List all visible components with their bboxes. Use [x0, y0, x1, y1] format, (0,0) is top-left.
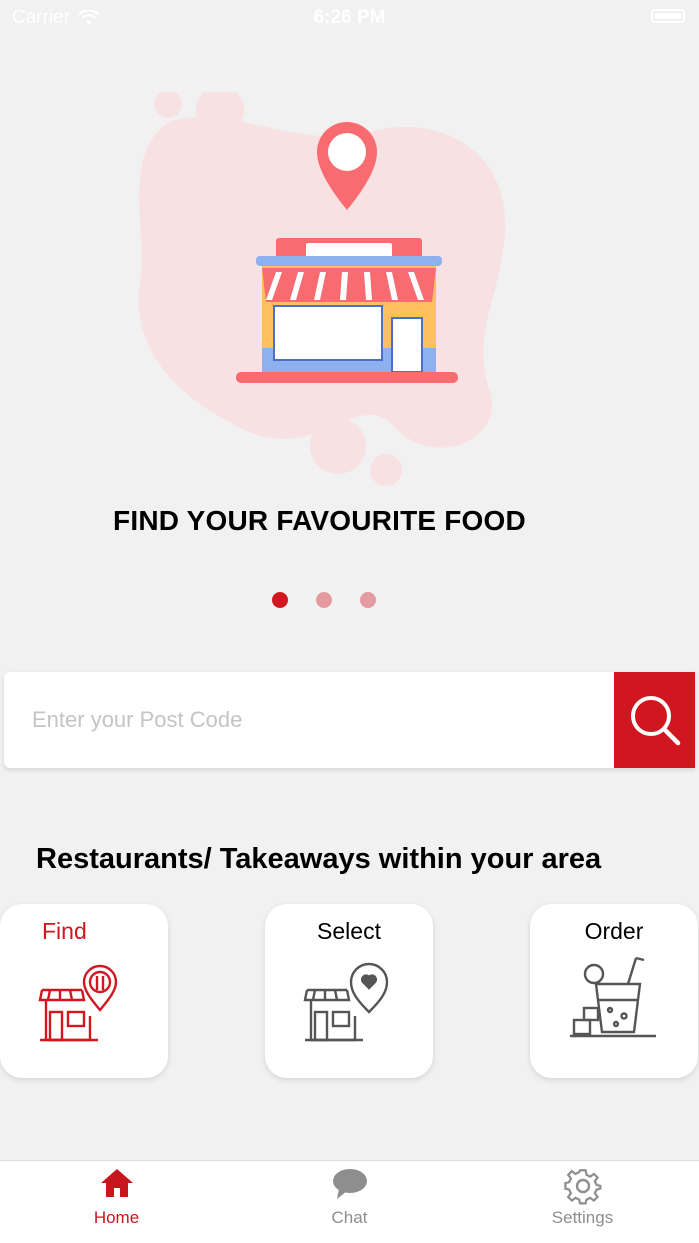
order-card[interactable]: Order — [530, 904, 698, 1078]
home-icon — [100, 1169, 133, 1197]
restaurant-location-icon — [38, 964, 118, 1042]
page-dot-2[interactable] — [315, 592, 332, 608]
select-card[interactable]: Select — [265, 904, 433, 1078]
tab-chat-label: Chat — [331, 1208, 368, 1227]
search-button[interactable] — [614, 672, 695, 768]
tab-bar: Home Chat Settings — [0, 1160, 699, 1243]
onboarding-headline: FIND YOUR FAVOURITE FOOD — [113, 505, 526, 536]
search-icon — [630, 696, 680, 746]
find-card[interactable]: Find — [0, 904, 168, 1078]
page-dot-3[interactable] — [359, 592, 376, 608]
page-indicator[interactable] — [0, 592, 699, 608]
postcode-search — [4, 672, 695, 768]
tab-settings-label: Settings — [551, 1208, 614, 1227]
postcode-input[interactable] — [4, 672, 604, 768]
store-location-illustration — [138, 92, 506, 486]
find-card-label: Find — [42, 918, 87, 944]
order-card-label: Order — [584, 918, 644, 944]
gear-icon — [563, 1169, 601, 1205]
clock: 6:26 PM — [313, 7, 386, 28]
select-card-label: Select — [317, 918, 381, 944]
status-bar: Carrier 6:26 PM — [0, 0, 699, 36]
drink-order-icon — [570, 956, 656, 1038]
tab-chat[interactable]: Chat — [233, 1161, 466, 1243]
tab-home-label: Home — [93, 1208, 140, 1227]
tab-settings[interactable]: Settings — [466, 1161, 699, 1243]
section-title: Restaurants/ Takeaways within your area — [36, 843, 602, 875]
battery-icon — [651, 9, 685, 23]
page-dot-1[interactable] — [271, 592, 288, 608]
chat-icon — [332, 1169, 367, 1199]
favorite-shop-icon — [303, 962, 389, 1042]
tab-home[interactable]: Home — [0, 1161, 233, 1243]
